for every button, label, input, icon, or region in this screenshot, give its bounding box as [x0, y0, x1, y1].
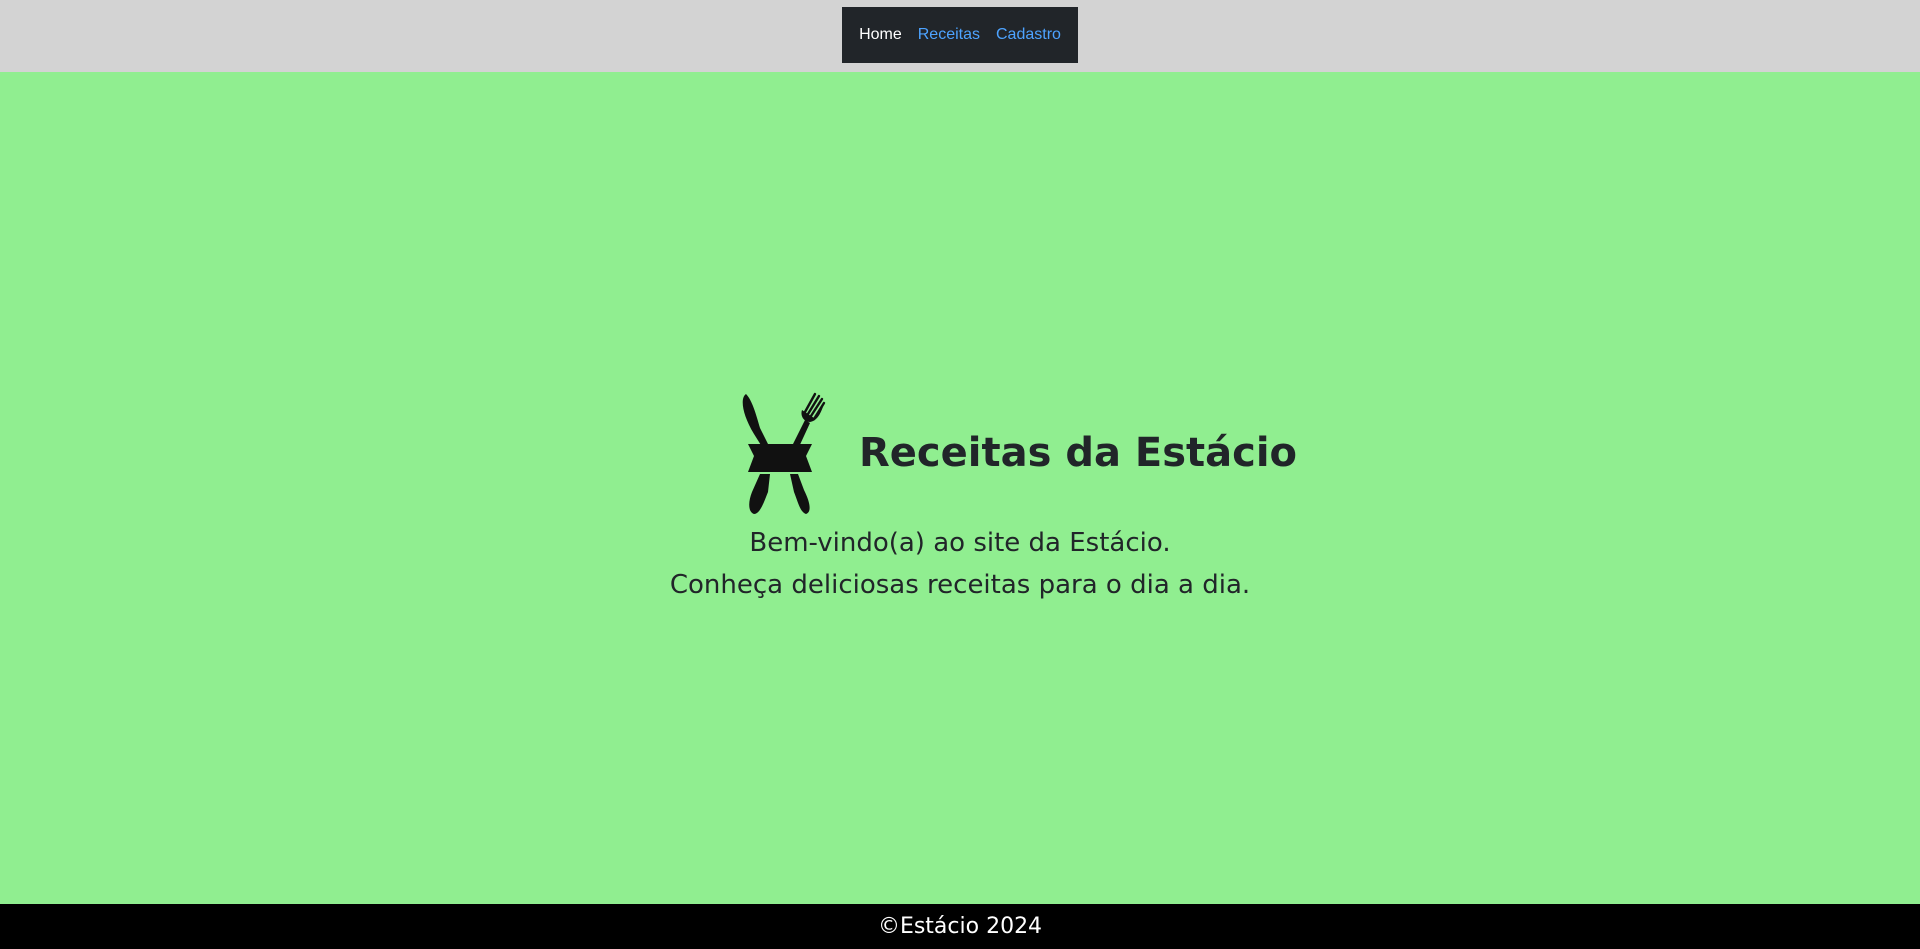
nav-receitas-link[interactable]: Receitas	[918, 26, 980, 44]
hero-section: Receitas da Estácio	[0, 388, 1920, 524]
main-content: Receitas da Estácio Bem-vindo(a) ao site…	[0, 72, 1920, 904]
welcome-line-2: Conheça deliciosas receitas para o dia a…	[669, 570, 1251, 600]
welcome-line-1: Bem-vindo(a) ao site da Estácio.	[749, 528, 1171, 558]
knife-fork-logo-icon	[713, 389, 847, 523]
footer: ©Estácio 2024	[0, 904, 1920, 949]
main-navigation: Home Receitas Cadastro	[842, 7, 1078, 63]
nav-home-link[interactable]: Home	[859, 26, 902, 44]
top-bar: Home Receitas Cadastro	[0, 0, 1920, 72]
page-title: Receitas da Estácio	[859, 430, 1298, 476]
welcome-text: Bem-vindo(a) ao site da Estácio. Conheça…	[0, 522, 1920, 606]
copyright-text: ©Estácio 2024	[877, 914, 1043, 939]
nav-cadastro-link[interactable]: Cadastro	[996, 26, 1061, 44]
